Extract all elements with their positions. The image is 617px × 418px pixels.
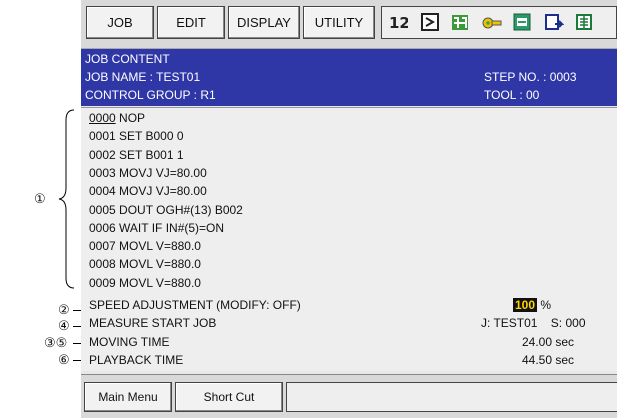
instruction-text: SET B000 0 (115, 129, 184, 144)
measure-start-job-label: MEASURE START JOB (89, 316, 217, 330)
job-line[interactable]: 0005 DOUT OGH#(13) B002 (89, 203, 243, 217)
top-menu-bar: JOB EDIT DISPLAY UTILITY 12 (81, 0, 617, 49)
job-content-header: JOB CONTENT JOB NAME : TEST01 CONTROL GR… (81, 49, 617, 106)
manual-speed-icon (452, 15, 468, 30)
callout-4: ④ (58, 318, 70, 333)
line-number: 0009 (89, 275, 116, 290)
speed-adjustment-value: 100 % (513, 298, 551, 312)
header-title: JOB CONTENT (85, 52, 170, 66)
job-line[interactable]: 0009 MOVL V=880.0 (89, 276, 201, 290)
line-number: 0007 (89, 239, 116, 254)
job-line[interactable]: 0002 SET B001 1 (89, 148, 184, 162)
callout-3-5: ③⑤ (44, 335, 68, 350)
edit-menu-button[interactable]: EDIT (157, 6, 225, 39)
security-key-icon (482, 17, 502, 29)
instruction-text: MOVL V=880.0 (115, 275, 201, 290)
line-number: 0002 (89, 147, 116, 162)
line-number: 0003 (89, 165, 116, 180)
bottom-message-area (286, 382, 617, 412)
job-line[interactable]: 0001 SET B000 0 (89, 129, 184, 143)
speed-value[interactable]: 100 (513, 298, 538, 312)
job-line[interactable]: 0007 MOVL V=880.0 (89, 239, 201, 253)
instruction-text: NOP (115, 111, 146, 125)
speed-adjustment-label: SPEED ADJUSTMENT (MODIFY: OFF) (89, 298, 301, 312)
speed-unit: % (540, 298, 552, 312)
utility-menu-button[interactable]: UTILITY (303, 6, 375, 39)
display-menu-button[interactable]: DISPLAY (228, 6, 300, 39)
instruction-text: MOVJ VJ=80.00 (115, 184, 207, 199)
step-number: STEP NO. : 0003 (484, 70, 577, 84)
measure-start-job-value: J: TEST01 S: 000 (481, 316, 586, 330)
line-number: 0005 (89, 202, 116, 217)
callout-6: ⑥ (58, 352, 70, 367)
job-line[interactable]: 0008 MOVL V=880.0 (89, 257, 201, 271)
instruction-text: MOVL V=880.0 (115, 239, 201, 254)
job-line-list[interactable]: 0000 NOP 0001 SET B000 0 0002 SET B001 1 00… (81, 107, 617, 297)
job-line[interactable]: 0003 MOVJ VJ=80.00 (89, 166, 207, 180)
short-cut-button[interactable]: Short Cut (175, 382, 283, 412)
svg-text:12: 12 (389, 14, 408, 32)
main-menu-button[interactable]: Main Menu (84, 382, 172, 412)
line-number: 0008 (89, 257, 116, 272)
callout-1: ① (34, 191, 46, 206)
job-menu-button[interactable]: JOB (86, 6, 154, 39)
line-number: 0000 (89, 111, 116, 125)
instruction-text: MOVL V=880.0 (115, 257, 201, 272)
instruction-text: DOUT OGH#(13) B002 (115, 202, 243, 217)
playback-time-label: PLAYBACK TIME (89, 353, 184, 367)
job-name: JOB NAME : TEST01 (85, 70, 201, 84)
moving-time-label: MOVING TIME (89, 335, 170, 349)
playback-icon (545, 14, 564, 30)
status-icon-bar: 12 (381, 6, 617, 39)
control-group: CONTROL GROUP : R1 (85, 88, 216, 102)
playback-info-panel: SPEED ADJUSTMENT (MODIFY: OFF) 100 % MEA… (81, 296, 617, 371)
tool-number: TOOL : 00 (484, 88, 540, 102)
power-icon (576, 14, 592, 30)
coordinate-icon: 12 (389, 14, 408, 32)
job-line[interactable]: 0006 WAIT IF IN#(5)=ON (89, 221, 224, 235)
instruction-text: WAIT IF IN#(5)=ON (115, 220, 225, 235)
job-lines-bracket (58, 109, 75, 289)
line-number: 0001 (89, 129, 116, 144)
moving-time-value: 24.00 sec (522, 335, 575, 349)
instruction-text: SET B001 1 (115, 147, 184, 162)
job-line[interactable]: 0004 MOVJ VJ=80.00 (89, 184, 207, 198)
job-line[interactable]: 0000 NOP (89, 111, 145, 125)
line-number: 0006 (89, 220, 116, 235)
playback-time-value: 44.50 sec (522, 353, 575, 367)
mode-icon (513, 13, 531, 31)
instruction-text: MOVJ VJ=80.00 (115, 165, 207, 180)
pendant-screen: JOB EDIT DISPLAY UTILITY 12 JOB CONTENT … (81, 0, 617, 418)
bottom-bar: Main Menu Short Cut (81, 374, 617, 418)
callout-2: ② (58, 302, 70, 317)
line-number: 0004 (89, 184, 116, 199)
step-mode-icon (421, 13, 439, 31)
